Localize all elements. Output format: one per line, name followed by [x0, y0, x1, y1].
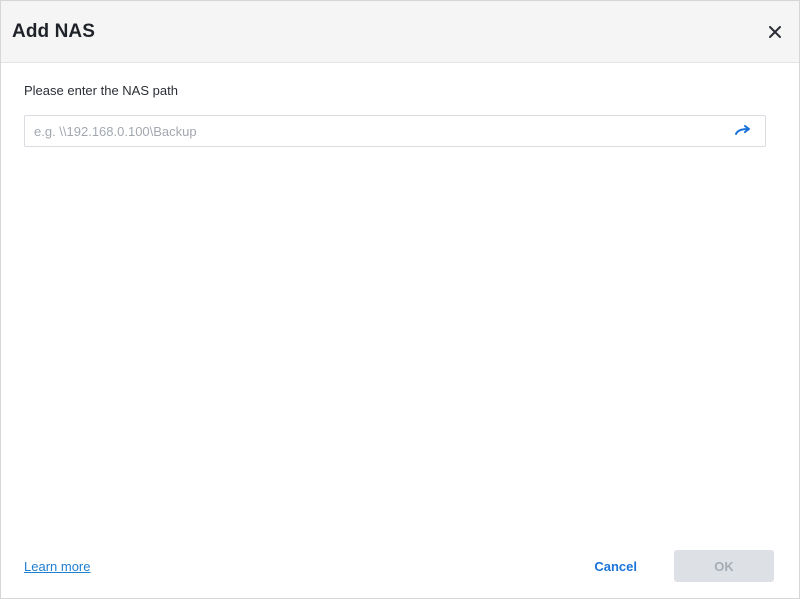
ok-button[interactable]: OK: [674, 550, 774, 582]
dialog-title: Add NAS: [12, 20, 96, 42]
add-nas-dialog: Add NAS Please enter the NAS path Learn …: [0, 0, 800, 599]
learn-more-link[interactable]: Learn more: [24, 559, 90, 574]
arrow-right-icon: [735, 125, 750, 135]
nas-path-prompt: Please enter the NAS path: [24, 83, 178, 98]
dialog-title-bar: Add NAS: [1, 1, 799, 63]
close-button[interactable]: [764, 21, 786, 43]
close-icon: [769, 25, 781, 38]
nas-path-input[interactable]: [34, 123, 731, 139]
go-button[interactable]: [731, 119, 755, 143]
cancel-button[interactable]: Cancel: [582, 559, 649, 574]
dialog-footer: Learn more Cancel OK: [1, 550, 799, 582]
dialog-body: Please enter the NAS path: [1, 83, 799, 147]
nas-path-field[interactable]: [24, 115, 766, 147]
